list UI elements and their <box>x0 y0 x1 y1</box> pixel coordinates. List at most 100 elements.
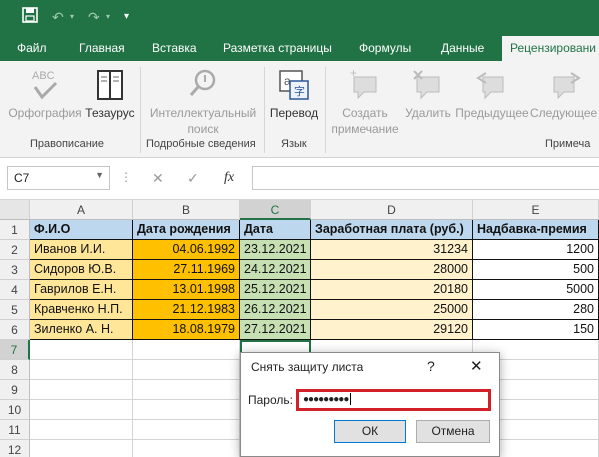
row-header[interactable]: 12 <box>0 440 30 457</box>
table-cell[interactable]: Зиленко А. Н. <box>30 320 133 340</box>
column-header-e[interactable]: E <box>473 200 599 220</box>
table-header-cell[interactable]: Ф.И.О <box>30 220 133 240</box>
redo-dropdown-icon[interactable]: ▾ <box>106 7 110 27</box>
empty-cell[interactable] <box>133 360 240 380</box>
row-header[interactable]: 8 <box>0 360 30 380</box>
tab-data[interactable]: Данные <box>441 36 484 61</box>
column-header-d[interactable]: D <box>311 200 473 220</box>
table-header-cell[interactable]: Дата <box>240 220 311 240</box>
table-header-cell[interactable]: Надбавка-премия <box>473 220 599 240</box>
tab-insert[interactable]: Вставка <box>152 36 197 61</box>
row-header[interactable]: 10 <box>0 400 30 420</box>
row-header[interactable]: 9 <box>0 380 30 400</box>
table-cell[interactable]: 13.01.1998 <box>133 280 240 300</box>
row-header[interactable]: 2 <box>0 240 30 260</box>
group-divider <box>140 67 141 153</box>
empty-cell[interactable] <box>133 340 240 360</box>
table-cell[interactable]: Гаврилов Е.Н. <box>30 280 133 300</box>
table-cell[interactable]: Кравченко Н.П. <box>30 300 133 320</box>
row-header[interactable]: 1 <box>0 220 30 240</box>
spelling-button[interactable]: ABC Орфография <box>6 65 84 121</box>
table-cell[interactable]: 28000 <box>311 260 473 280</box>
table-cell[interactable]: 1200 <box>473 240 599 260</box>
table-cell[interactable]: 27.11.1969 <box>133 260 240 280</box>
delete-comment-button[interactable]: Удалить <box>402 65 454 121</box>
formula-bar: C7 ▼ ⋮ ✕ ✓ fx <box>0 158 599 200</box>
next-comment-icon <box>553 72 581 100</box>
close-icon[interactable]: ✕ <box>470 357 483 375</box>
select-all-corner[interactable] <box>0 200 30 220</box>
table-cell[interactable]: 26.12.2021 <box>240 300 311 320</box>
table-cell[interactable]: 5000 <box>473 280 599 300</box>
empty-cell[interactable] <box>133 380 240 400</box>
empty-cell[interactable] <box>30 340 133 360</box>
table-cell[interactable]: 25000 <box>311 300 473 320</box>
tab-formulas[interactable]: Формулы <box>359 36 411 61</box>
empty-cell[interactable] <box>133 420 240 440</box>
new-comment-button[interactable]: + Создать примечание <box>328 65 402 137</box>
empty-cell[interactable] <box>30 420 133 440</box>
table-cell[interactable]: 31234 <box>311 240 473 260</box>
customize-icon[interactable]: ▾ <box>124 7 129 27</box>
table-cell[interactable]: 150 <box>473 320 599 340</box>
insert-function-icon[interactable]: fx <box>224 170 234 186</box>
table-cell[interactable]: Иванов И.И. <box>30 240 133 260</box>
table-cell[interactable]: 27.12.2021 <box>240 320 311 340</box>
password-field[interactable]: ●●●●●●●●● <box>296 389 491 411</box>
table-cell[interactable]: 25.12.2021 <box>240 280 311 300</box>
table-cell[interactable]: 29120 <box>311 320 473 340</box>
undo-dropdown-icon[interactable]: ▾ <box>70 7 74 27</box>
redo-icon[interactable]: ↷ <box>88 7 100 27</box>
row-header[interactable]: 11 <box>0 420 30 440</box>
group-divider <box>325 67 326 153</box>
table-cell[interactable]: 23.12.2021 <box>240 240 311 260</box>
help-icon[interactable]: ? <box>427 358 435 374</box>
row-header[interactable]: 5 <box>0 300 30 320</box>
formula-input[interactable] <box>252 166 599 190</box>
column-header-c[interactable]: C <box>240 200 311 220</box>
empty-cell[interactable] <box>30 400 133 420</box>
table-cell[interactable]: 04.06.1992 <box>133 240 240 260</box>
name-box[interactable]: C7 ▼ <box>7 166 110 190</box>
group-label-language: Язык <box>281 138 307 150</box>
undo-icon[interactable]: ↶ <box>52 7 64 27</box>
tab-home[interactable]: Главная <box>79 36 125 61</box>
row-header[interactable]: 7 <box>0 340 30 360</box>
text-caret <box>350 393 352 406</box>
translate-button[interactable]: a字 Перевод <box>267 65 321 121</box>
column-header-a[interactable]: A <box>30 200 133 220</box>
table-cell[interactable]: 24.12.2021 <box>240 260 311 280</box>
table-header-cell[interactable]: Заработная плата (руб.) <box>311 220 473 240</box>
table-cell[interactable]: 18.08.1979 <box>133 320 240 340</box>
thesaurus-button[interactable]: Тезаурус <box>84 65 136 121</box>
cancel-button[interactable]: Отмена <box>416 420 490 443</box>
table-cell[interactable]: 21.12.1983 <box>133 300 240 320</box>
tab-file[interactable]: Файл <box>17 36 47 61</box>
table-cell[interactable]: 500 <box>473 260 599 280</box>
save-icon[interactable] <box>22 7 38 28</box>
empty-cell[interactable] <box>30 380 133 400</box>
column-header-b[interactable]: B <box>133 200 240 220</box>
previous-comment-button[interactable]: Предыдущее <box>454 65 530 121</box>
ok-button[interactable]: ОК <box>334 420 406 443</box>
table-cell[interactable]: Сидоров Ю.В. <box>30 260 133 280</box>
empty-cell[interactable] <box>30 360 133 380</box>
tab-page-layout[interactable]: Разметка страницы <box>223 36 332 61</box>
ribbon-tabs: Файл Главная Вставка Разметка страницы Ф… <box>0 36 599 61</box>
next-comment-button[interactable]: Следующее <box>530 65 599 121</box>
tab-review[interactable]: Рецензировани <box>502 36 599 61</box>
row-header[interactable]: 6 <box>0 320 30 340</box>
empty-cell[interactable] <box>30 440 133 457</box>
table-cell[interactable]: 280 <box>473 300 599 320</box>
smart-lookup-button[interactable]: Интеллектуальный поиск <box>144 65 262 137</box>
chevron-down-icon[interactable]: ▼ <box>95 170 104 180</box>
table-header-cell[interactable]: Дата рождения <box>133 220 240 240</box>
enter-icon[interactable]: ✓ <box>187 170 199 187</box>
table-cell[interactable]: 20180 <box>311 280 473 300</box>
cancel-icon[interactable]: ✕ <box>152 170 164 187</box>
row-header[interactable]: 3 <box>0 260 30 280</box>
spelling-icon: ABC <box>32 70 58 100</box>
empty-cell[interactable] <box>133 440 240 457</box>
empty-cell[interactable] <box>133 400 240 420</box>
row-header[interactable]: 4 <box>0 280 30 300</box>
